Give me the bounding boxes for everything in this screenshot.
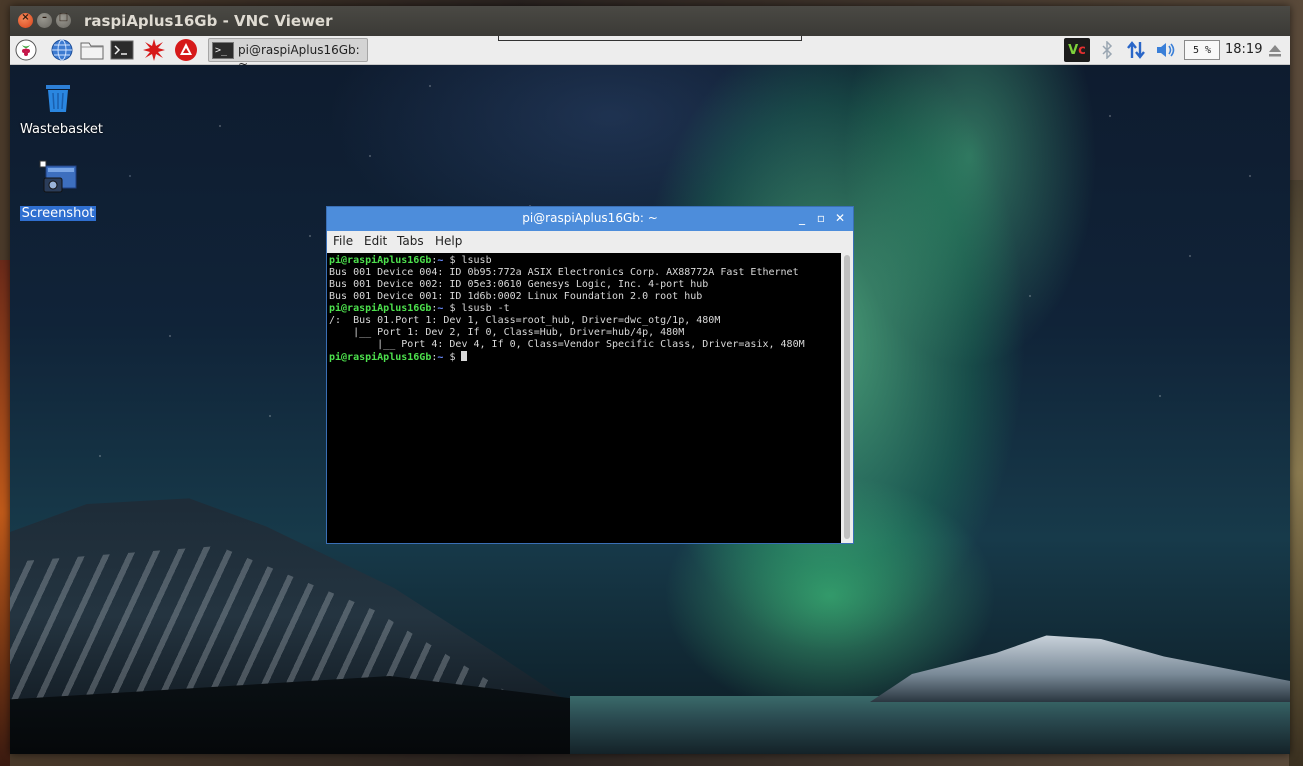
terminal-window[interactable]: pi@raspiAplus16Gb: ~ _ ▫ ✕ File Edit Tab…	[326, 206, 854, 544]
vnc-viewer-window: × – □ raspiAplus16Gb - VNC Viewer >_ pi@…	[10, 6, 1290, 754]
scrollbar-thumb[interactable]	[844, 255, 850, 539]
taskbar-window-label: pi@raspiAplus16Gb: ~	[238, 43, 360, 71]
panel-clock[interactable]: 18:19	[1225, 42, 1262, 57]
minimize-window-button[interactable]: –	[37, 12, 52, 28]
menu-file[interactable]: File	[333, 234, 353, 248]
terminal-icon	[110, 40, 134, 60]
window-title: raspiAplus16Gb - VNC Viewer	[84, 12, 333, 30]
terminal-menubar: File Edit Tabs Help	[327, 231, 853, 253]
host-desktop-strip-right	[1289, 180, 1303, 766]
terminal-launcher[interactable]	[110, 38, 134, 62]
globe-icon	[51, 39, 73, 61]
folder-icon	[80, 42, 104, 60]
volume-tray-button[interactable]	[1154, 38, 1178, 62]
close-window-button[interactable]: ×	[18, 12, 33, 28]
starburst-icon	[143, 39, 165, 61]
terminal-icon: >_	[212, 42, 234, 59]
terminal-titlebar[interactable]: pi@raspiAplus16Gb: ~ _ ▫ ✕	[327, 207, 853, 231]
desktop-icon-label: Screenshot	[19, 206, 97, 221]
file-manager-launcher[interactable]	[80, 38, 104, 62]
vnc-titlebar[interactable]: × – □ raspiAplus16Gb - VNC Viewer	[10, 6, 1290, 36]
vnc-logo-icon: V	[1068, 42, 1079, 58]
terminal-line-output: Bus 001 Device 002: ID 05e3:0610 Genesys…	[329, 279, 709, 290]
minimize-icon: –	[42, 12, 47, 23]
taskbar-terminal-window-button[interactable]: >_ pi@raspiAplus16Gb: ~	[208, 38, 368, 71]
bluetooth-icon	[1102, 41, 1113, 59]
bluetooth-tray-button[interactable]	[1098, 38, 1116, 62]
web-browser-launcher[interactable]	[50, 38, 74, 62]
terminal-maximize-button[interactable]: ▫	[814, 211, 828, 225]
terminal-window-title: pi@raspiAplus16Gb: ~	[522, 211, 658, 225]
cpu-usage-monitor[interactable]: 5 %	[1184, 40, 1220, 60]
terminal-minimize-button[interactable]: _	[795, 211, 809, 225]
desktop-icon-label: Wastebasket	[20, 122, 104, 137]
terminal-line-prompt: pi@raspiAplus16Gb:~ $	[329, 351, 468, 364]
vnc-server-tray-button[interactable]: Vc	[1064, 38, 1090, 62]
raspberry-icon	[15, 39, 37, 61]
wolfram-launcher[interactable]	[174, 38, 198, 62]
vnc-logo-icon-accent: c	[1078, 42, 1086, 58]
menu-tabs[interactable]: Tabs	[397, 234, 424, 248]
terminal-line-output: /: Bus 01.Port 1: Dev 1, Class=root_hub,…	[329, 315, 721, 326]
math-launcher[interactable]	[142, 38, 166, 62]
terminal-line-command: pi@raspiAplus16Gb:~ $ lsusb -t	[329, 303, 510, 314]
text-cursor	[461, 351, 468, 361]
host-desktop-strip-left	[0, 260, 10, 766]
trash-icon	[46, 85, 70, 112]
speaker-icon	[1157, 43, 1175, 57]
eject-icon	[1269, 45, 1281, 57]
desktop-icon-screenshot[interactable]: Screenshot	[18, 160, 98, 221]
terminal-output[interactable]: pi@raspiAplus16Gb:~ $ lsusb Bus 001 Devi…	[327, 253, 841, 543]
network-tray-button[interactable]	[1124, 38, 1148, 62]
maximize-window-button[interactable]: □	[56, 12, 71, 28]
maximize-icon: □	[58, 12, 69, 23]
vnc-toolbar-handle[interactable]	[498, 36, 802, 41]
screenshot-file-icon	[39, 160, 77, 193]
terminal-line-output: |__ Port 1: Dev 2, If 0, Class=Hub, Driv…	[329, 327, 685, 338]
network-arrows-icon	[1127, 41, 1145, 59]
menu-edit[interactable]: Edit	[364, 234, 387, 248]
raspberry-menu-button[interactable]	[14, 38, 38, 62]
remote-desktop[interactable]: >_ pi@raspiAplus16Gb: ~ Vc 5 % 18:19 Was…	[10, 36, 1290, 754]
terminal-close-button[interactable]: ✕	[833, 211, 847, 225]
terminal-line-output: Bus 001 Device 001: ID 1d6b:0002 Linux F…	[329, 291, 703, 302]
eject-tray-button[interactable]	[1264, 38, 1286, 62]
wallpaper-water	[570, 696, 1290, 754]
desktop-icon-wastebasket[interactable]: Wastebasket	[18, 80, 103, 137]
terminal-line-output: |__ Port 4: Dev 4, If 0, Class=Vendor Sp…	[329, 339, 805, 350]
terminal-line-output: Bus 001 Device 004: ID 0b95:772a ASIX El…	[329, 267, 799, 278]
close-icon: ×	[21, 12, 30, 23]
wolfram-icon	[175, 39, 197, 61]
terminal-scrollbar[interactable]	[841, 253, 853, 543]
menu-help[interactable]: Help	[435, 234, 462, 248]
terminal-line-command: pi@raspiAplus16Gb:~ $ lsusb	[329, 255, 492, 266]
pi-taskbar: >_ pi@raspiAplus16Gb: ~ Vc 5 % 18:19	[10, 36, 1290, 71]
